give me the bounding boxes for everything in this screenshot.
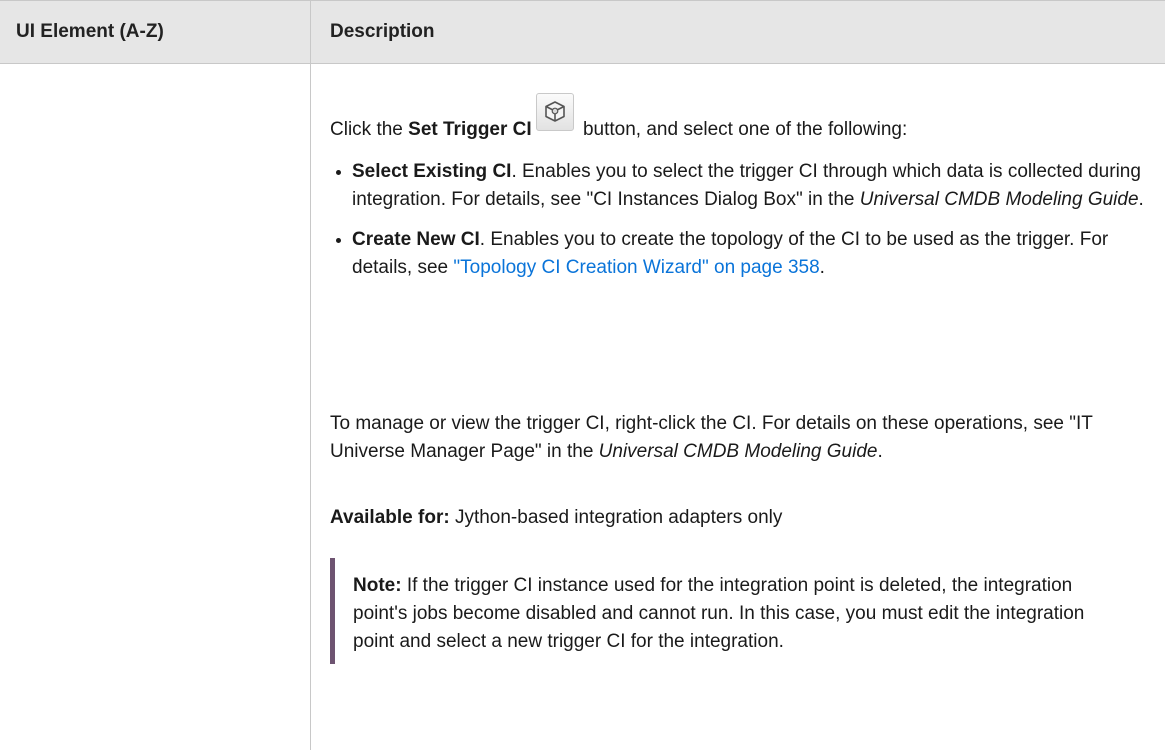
set-trigger-ci-button[interactable]	[535, 93, 574, 131]
manage-paragraph: To manage or view the trigger CI, right-…	[330, 410, 1140, 466]
set-trigger-ci-label: Set Trigger CI	[408, 119, 532, 140]
note-paragraph: Note: If the trigger CI instance used fo…	[353, 558, 1120, 664]
modeling-guide-reference: Universal CMDB Modeling Guide	[859, 189, 1139, 210]
option-list: Select Existing CI. Enables you to selec…	[330, 158, 1150, 282]
list-item-select-existing-ci: Select Existing CI. Enables you to selec…	[330, 158, 1150, 214]
note-callout: Note: If the trigger CI instance used fo…	[330, 558, 1120, 664]
available-for-paragraph: Available for: Jython-based integration …	[330, 504, 782, 532]
list-item-create-new-ci: Create New CI. Enables you to create the…	[330, 226, 1150, 282]
select-existing-ci-title: Select Existing CI	[352, 161, 512, 182]
manage-guide-reference: Universal CMDB Modeling Guide	[598, 441, 878, 462]
create-new-ci-title: Create New CI	[352, 229, 480, 250]
select-existing-ci-end: .	[1138, 189, 1144, 210]
topology-wizard-link[interactable]: "Topology CI Creation Wizard" on page 35…	[453, 257, 819, 278]
header-description: Description	[330, 21, 435, 42]
header-ui-element: UI Element (A-Z)	[16, 21, 164, 42]
available-for-text: Jython-based integration adapters only	[449, 507, 783, 528]
ui-element-table: UI Element (A-Z) Description Click the S…	[0, 0, 1165, 750]
intro-suffix: button, and select one of the following:	[577, 119, 908, 140]
available-for-label: Available for:	[330, 507, 450, 528]
table-header-row: UI Element (A-Z) Description	[0, 0, 1165, 64]
intro-prefix: Click the	[330, 119, 409, 140]
intro-paragraph: Click the Set Trigger CI button, and sel…	[330, 93, 908, 144]
cube-icon	[544, 101, 565, 122]
create-new-ci-end: .	[819, 257, 825, 278]
note-text: If the trigger CI instance used for the …	[353, 575, 1085, 652]
note-label: Note:	[353, 575, 402, 596]
column-divider	[310, 0, 311, 750]
manage-text-end: .	[877, 441, 883, 462]
